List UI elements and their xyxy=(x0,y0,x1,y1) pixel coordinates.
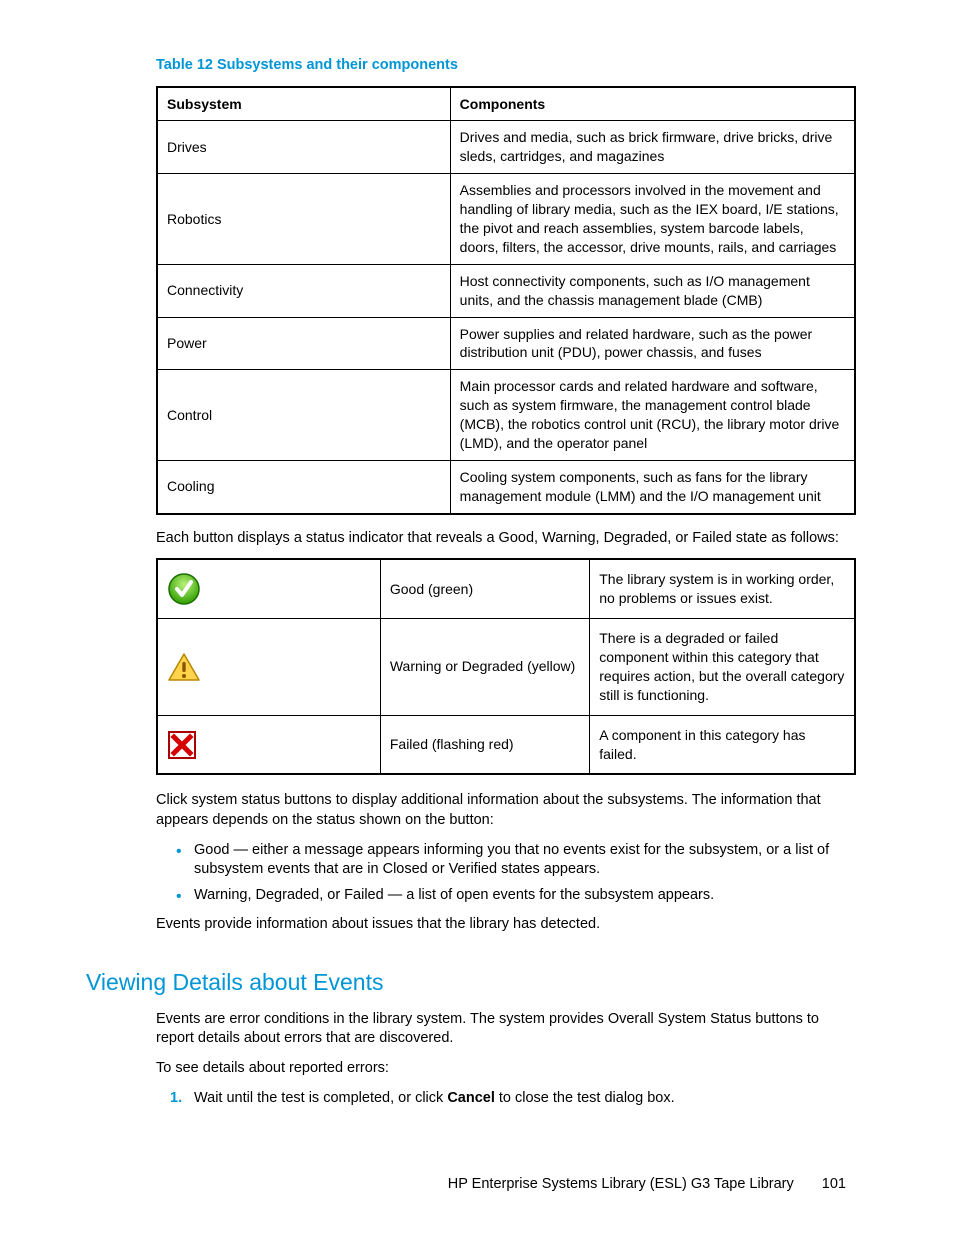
paragraph: Click system status buttons to display a… xyxy=(156,791,846,830)
table-header-subsystem: Subsystem xyxy=(157,87,450,121)
cell-components: Power supplies and related hardware, suc… xyxy=(450,317,855,370)
status-table: Good (green) The library system is in wo… xyxy=(156,558,856,775)
list-item: Wait until the test is completed, or cli… xyxy=(180,1089,846,1109)
table-row: Good (green) The library system is in wo… xyxy=(157,559,855,618)
paragraph: To see details about reported errors: xyxy=(156,1059,846,1079)
cell-components: Assemblies and processors involved in th… xyxy=(450,174,855,265)
page-number: 101 xyxy=(822,1176,846,1192)
failed-icon xyxy=(167,730,197,760)
section-heading: Viewing Details about Events xyxy=(86,967,846,998)
table-row: ControlMain processor cards and related … xyxy=(157,370,855,461)
table-row: RoboticsAssemblies and processors involv… xyxy=(157,174,855,265)
warning-icon xyxy=(167,652,201,682)
cell-components: Drives and media, such as brick firmware… xyxy=(450,121,855,174)
cell-subsystem: Connectivity xyxy=(157,264,450,317)
status-desc: There is a degraded or failed component … xyxy=(590,619,855,716)
cell-components: Main processor cards and related hardwar… xyxy=(450,370,855,461)
status-label: Failed (flashing red) xyxy=(380,715,589,774)
status-desc: A component in this category has failed. xyxy=(590,715,855,774)
cell-components: Host connectivity components, such as I/… xyxy=(450,264,855,317)
status-icon-cell xyxy=(157,715,380,774)
ordered-list: Wait until the test is completed, or cli… xyxy=(156,1089,846,1109)
cell-subsystem: Control xyxy=(157,370,450,461)
status-desc: The library system is in working order, … xyxy=(590,559,855,618)
cell-components: Cooling system components, such as fans … xyxy=(450,460,855,513)
footer-title: HP Enterprise Systems Library (ESL) G3 T… xyxy=(448,1176,794,1192)
page-footer: HP Enterprise Systems Library (ESL) G3 T… xyxy=(448,1175,846,1195)
bullet-list: Good — either a message appears informin… xyxy=(156,841,846,906)
list-item: Good — either a message appears informin… xyxy=(180,841,846,880)
cancel-label: Cancel xyxy=(447,1090,495,1106)
table-row: Failed (flashing red) A component in thi… xyxy=(157,715,855,774)
cell-subsystem: Power xyxy=(157,317,450,370)
paragraph: Events are error conditions in the libra… xyxy=(156,1010,846,1049)
table-caption: Table 12 Subsystems and their components xyxy=(156,56,846,76)
cell-subsystem: Robotics xyxy=(157,174,450,265)
status-label: Warning or Degraded (yellow) xyxy=(380,619,589,716)
table-row: PowerPower supplies and related hardware… xyxy=(157,317,855,370)
table-row: Warning or Degraded (yellow) There is a … xyxy=(157,619,855,716)
cell-subsystem: Drives xyxy=(157,121,450,174)
step-text: Wait until the test is completed, or cli… xyxy=(194,1090,447,1106)
status-label: Good (green) xyxy=(380,559,589,618)
status-icon-cell xyxy=(157,619,380,716)
cell-subsystem: Cooling xyxy=(157,460,450,513)
list-item: Warning, Degraded, or Failed — a list of… xyxy=(180,886,846,906)
status-icon-cell xyxy=(157,559,380,618)
subsystems-table: Subsystem Components DrivesDrives and me… xyxy=(156,86,856,515)
table-row: CoolingCooling system components, such a… xyxy=(157,460,855,513)
paragraph: Each button displays a status indicator … xyxy=(156,529,846,549)
table-header-components: Components xyxy=(450,87,855,121)
good-icon xyxy=(167,572,201,606)
paragraph: Events provide information about issues … xyxy=(156,915,846,935)
table-row: DrivesDrives and media, such as brick fi… xyxy=(157,121,855,174)
step-text: to close the test dialog box. xyxy=(495,1090,675,1106)
table-row: ConnectivityHost connectivity components… xyxy=(157,264,855,317)
